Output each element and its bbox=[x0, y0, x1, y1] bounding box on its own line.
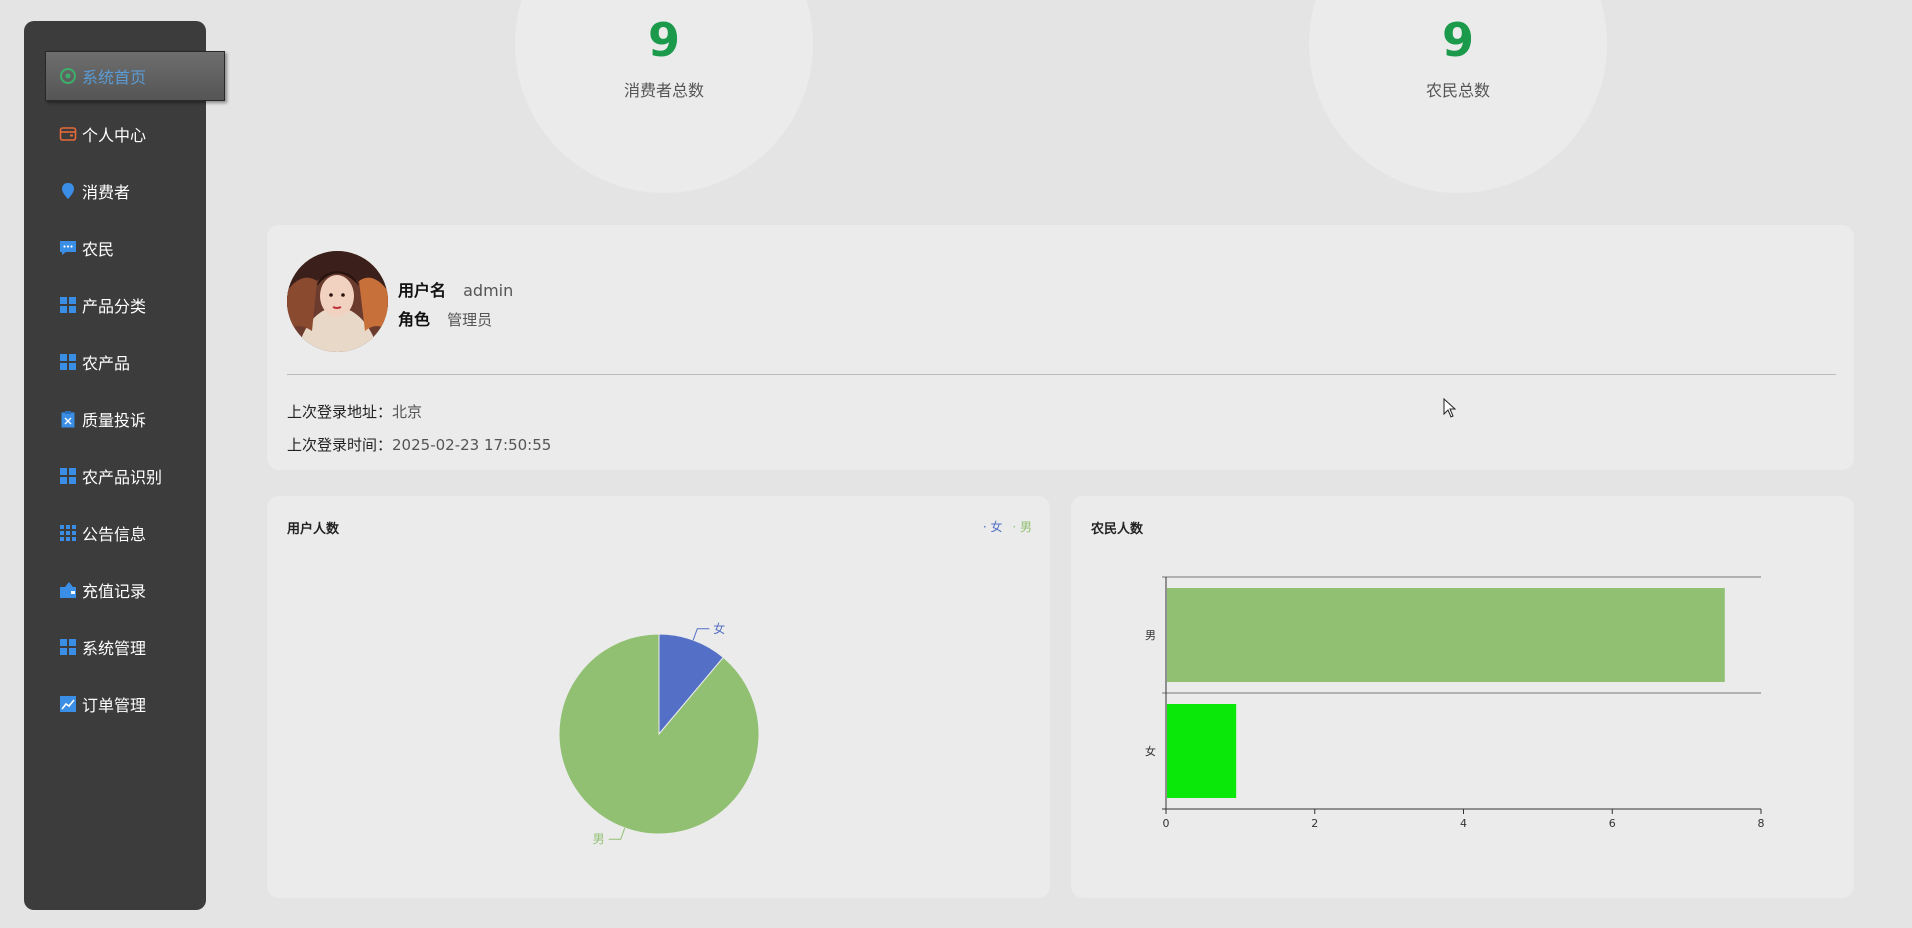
sidebar-item-label: 质量投诉 bbox=[82, 411, 147, 430]
grid-icon bbox=[58, 466, 78, 486]
bar-男 bbox=[1167, 588, 1725, 682]
sidebar-item-3[interactable]: 农民 bbox=[58, 230, 228, 266]
farmer-count-label: 农民总数 bbox=[1425, 81, 1490, 100]
sidebar-item-label: 农产品 bbox=[82, 354, 131, 373]
avatar bbox=[287, 251, 388, 352]
clipboard-icon bbox=[58, 409, 78, 429]
sidebar-item-label: 系统管理 bbox=[82, 639, 147, 658]
mouse-cursor-icon bbox=[1443, 398, 1457, 418]
pin-icon bbox=[58, 181, 78, 201]
pie-label-line bbox=[608, 827, 626, 840]
pie-label-line bbox=[692, 628, 710, 641]
chat-icon bbox=[58, 238, 78, 258]
sidebar-item-1[interactable]: 个人中心 bbox=[58, 116, 228, 152]
pie-label: 男 bbox=[593, 832, 605, 846]
sidebar-item-0[interactable]: 系统首页 bbox=[45, 51, 225, 101]
x-tick-label: 0 bbox=[1163, 817, 1170, 830]
sidebar-item-4[interactable]: 产品分类 bbox=[58, 287, 228, 323]
farmer-bar-chart: 男女 0 2 4 6 8 bbox=[1145, 576, 1765, 830]
y-tick-label: 男 bbox=[1145, 629, 1156, 642]
pie-label: 女 bbox=[713, 621, 725, 636]
pie-slice-男 bbox=[558, 633, 760, 835]
sidebar-item-label: 农民 bbox=[82, 240, 115, 259]
role-label: 角色 bbox=[398, 310, 431, 329]
sidebar-item-9[interactable]: 充值记录 bbox=[58, 572, 228, 608]
username-row: 用户名 admin bbox=[398, 277, 513, 301]
sidebar-item-10[interactable]: 系统管理 bbox=[58, 629, 228, 665]
farmer-count-chart-card: 农民人数 男女02468 bbox=[1071, 496, 1854, 898]
sidebar-item-label: 产品分类 bbox=[82, 297, 147, 316]
last-login-address: 上次登录地址：北京 bbox=[287, 401, 422, 422]
apps-icon bbox=[58, 523, 78, 543]
last-login-address-label: 上次登录地址： bbox=[287, 403, 393, 421]
sidebar-item-label: 系统首页 bbox=[82, 68, 147, 87]
consumer-count-value: 9 bbox=[647, 13, 680, 67]
last-login-address-value: 北京 bbox=[392, 403, 423, 421]
chart-line-icon bbox=[58, 694, 78, 714]
divider bbox=[287, 374, 1836, 375]
farmer-count-value: 9 bbox=[1441, 13, 1474, 67]
last-login-time-label: 上次登录时间： bbox=[287, 436, 393, 454]
last-login-time-value: 2025-02-23 17:50:55 bbox=[392, 436, 552, 454]
username-label: 用户名 bbox=[398, 281, 447, 300]
home-icon bbox=[58, 66, 78, 86]
sidebar-item-5[interactable]: 农产品 bbox=[58, 344, 228, 380]
user-count-chart-card: 用户人数 · 女 · 男 女男 bbox=[267, 496, 1050, 898]
consumer-count-label: 消费者总数 bbox=[623, 81, 704, 100]
y-tick-label: 女 bbox=[1145, 744, 1156, 758]
role-row: 角色 管理员 bbox=[398, 306, 492, 330]
farmer-count-card: 9 农民总数 bbox=[1309, 0, 1607, 193]
sidebar-item-label: 订单管理 bbox=[82, 696, 147, 715]
bar-女 bbox=[1167, 704, 1237, 798]
grid-icon bbox=[58, 637, 78, 657]
last-login-time: 上次登录时间：2025-02-23 17:50:55 bbox=[287, 434, 551, 455]
sidebar-item-8[interactable]: 公告信息 bbox=[58, 515, 228, 551]
x-tick-label: 6 bbox=[1609, 817, 1616, 830]
sidebar-item-7[interactable]: 农产品识别 bbox=[58, 458, 228, 494]
x-tick-label: 2 bbox=[1311, 817, 1318, 830]
grid-icon bbox=[58, 352, 78, 372]
profile-card: 用户名 admin 角色 管理员 上次登录地址：北京 上次登录时间：2025-0… bbox=[267, 225, 1854, 470]
sidebar-item-label: 公告信息 bbox=[82, 525, 147, 544]
sidebar-item-label: 充值记录 bbox=[82, 582, 147, 601]
user-pie-chart: 女男 bbox=[558, 621, 760, 846]
sidebar-item-label: 个人中心 bbox=[82, 126, 147, 145]
wallet-icon bbox=[58, 124, 78, 144]
x-tick-label: 4 bbox=[1460, 817, 1467, 830]
sidebar-item-label: 消费者 bbox=[82, 183, 131, 202]
consumer-count-card: 9 消费者总数 bbox=[515, 0, 813, 193]
sidebar-item-2[interactable]: 消费者 bbox=[58, 173, 228, 209]
sidebar-item-label: 农产品识别 bbox=[82, 468, 163, 487]
x-tick-label: 8 bbox=[1758, 817, 1765, 830]
role-value: 管理员 bbox=[447, 311, 493, 329]
sidebar-item-11[interactable]: 订单管理 bbox=[58, 686, 228, 722]
grid-icon bbox=[58, 295, 78, 315]
username-value: admin bbox=[463, 281, 514, 300]
sidebar-item-6[interactable]: 质量投诉 bbox=[58, 401, 228, 437]
avatar-image bbox=[287, 251, 388, 352]
recharge-icon bbox=[58, 580, 78, 600]
